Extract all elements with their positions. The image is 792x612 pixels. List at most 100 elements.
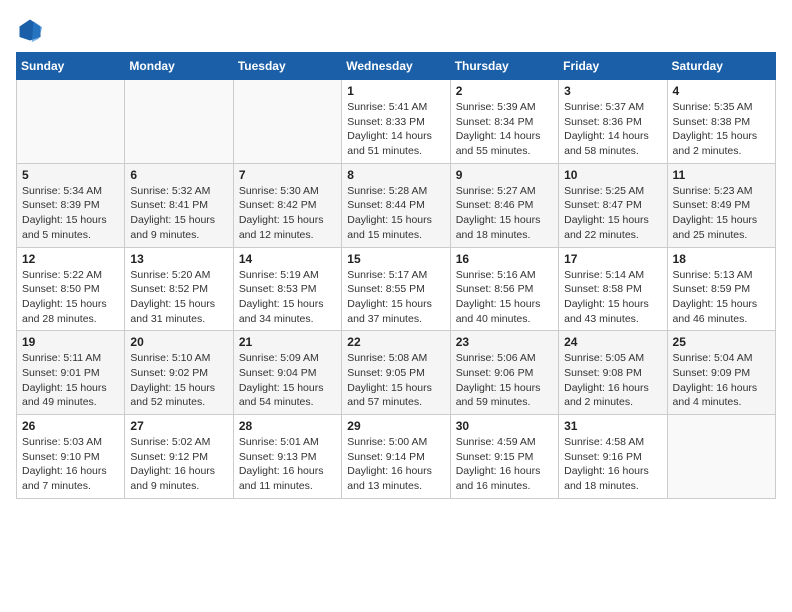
day-number: 4	[673, 84, 770, 98]
day-number: 7	[239, 168, 336, 182]
day-info: Sunrise: 5:23 AMSunset: 8:49 PMDaylight:…	[673, 184, 770, 243]
calendar-cell: 12 Sunrise: 5:22 AMSunset: 8:50 PMDayligh…	[17, 247, 125, 331]
day-header-friday: Friday	[559, 53, 667, 80]
calendar-cell: 3 Sunrise: 5:37 AMSunset: 8:36 PMDaylight…	[559, 80, 667, 164]
calendar-cell: 26 Sunrise: 5:03 AMSunset: 9:10 PMDayligh…	[17, 415, 125, 499]
day-number: 26	[22, 419, 119, 433]
day-number: 21	[239, 335, 336, 349]
calendar-cell: 1 Sunrise: 5:41 AMSunset: 8:33 PMDaylight…	[342, 80, 450, 164]
day-number: 23	[456, 335, 553, 349]
day-number: 14	[239, 252, 336, 266]
page-header	[16, 16, 776, 44]
day-number: 27	[130, 419, 227, 433]
day-info: Sunrise: 5:41 AMSunset: 8:33 PMDaylight:…	[347, 100, 444, 159]
calendar-cell: 13 Sunrise: 5:20 AMSunset: 8:52 PMDayligh…	[125, 247, 233, 331]
day-number: 22	[347, 335, 444, 349]
day-header-saturday: Saturday	[667, 53, 775, 80]
day-info: Sunrise: 5:34 AMSunset: 8:39 PMDaylight:…	[22, 184, 119, 243]
day-number: 9	[456, 168, 553, 182]
day-number: 31	[564, 419, 661, 433]
day-number: 10	[564, 168, 661, 182]
week-row-5: 26 Sunrise: 5:03 AMSunset: 9:10 PMDayligh…	[17, 415, 776, 499]
day-info: Sunrise: 5:04 AMSunset: 9:09 PMDaylight:…	[673, 351, 770, 410]
calendar-cell: 2 Sunrise: 5:39 AMSunset: 8:34 PMDaylight…	[450, 80, 558, 164]
day-info: Sunrise: 5:17 AMSunset: 8:55 PMDaylight:…	[347, 268, 444, 327]
day-number: 18	[673, 252, 770, 266]
day-number: 30	[456, 419, 553, 433]
day-info: Sunrise: 5:30 AMSunset: 8:42 PMDaylight:…	[239, 184, 336, 243]
calendar-cell: 7 Sunrise: 5:30 AMSunset: 8:42 PMDaylight…	[233, 163, 341, 247]
calendar-cell: 5 Sunrise: 5:34 AMSunset: 8:39 PMDaylight…	[17, 163, 125, 247]
day-info: Sunrise: 5:10 AMSunset: 9:02 PMDaylight:…	[130, 351, 227, 410]
calendar-cell: 9 Sunrise: 5:27 AMSunset: 8:46 PMDaylight…	[450, 163, 558, 247]
day-header-tuesday: Tuesday	[233, 53, 341, 80]
calendar-cell: 31Sunrise: 4:58 AMSunset: 9:16 PMDayligh…	[559, 415, 667, 499]
calendar-cell: 19 Sunrise: 5:11 AMSunset: 9:01 PMDayligh…	[17, 331, 125, 415]
day-number: 1	[347, 84, 444, 98]
day-info: Sunrise: 5:13 AMSunset: 8:59 PMDaylight:…	[673, 268, 770, 327]
calendar-cell: 21 Sunrise: 5:09 AMSunset: 9:04 PMDayligh…	[233, 331, 341, 415]
day-number: 19	[22, 335, 119, 349]
day-number: 28	[239, 419, 336, 433]
calendar-cell: 10Sunrise: 5:25 AMSunset: 8:47 PMDayligh…	[559, 163, 667, 247]
calendar-cell: 20Sunrise: 5:10 AMSunset: 9:02 PMDayligh…	[125, 331, 233, 415]
calendar-header-row: SundayMondayTuesdayWednesdayThursdayFrid…	[17, 53, 776, 80]
day-number: 3	[564, 84, 661, 98]
day-header-sunday: Sunday	[17, 53, 125, 80]
calendar-cell: 27 Sunrise: 5:02 AMSunset: 9:12 PMDayligh…	[125, 415, 233, 499]
day-info: Sunrise: 4:59 AMSunset: 9:15 PMDaylight:…	[456, 435, 553, 494]
calendar-cell: 22 Sunrise: 5:08 AMSunset: 9:05 PMDayligh…	[342, 331, 450, 415]
calendar-cell: 16Sunrise: 5:16 AMSunset: 8:56 PMDayligh…	[450, 247, 558, 331]
week-row-3: 12 Sunrise: 5:22 AMSunset: 8:50 PMDayligh…	[17, 247, 776, 331]
day-info: Sunrise: 5:32 AMSunset: 8:41 PMDaylight:…	[130, 184, 227, 243]
day-info: Sunrise: 5:09 AMSunset: 9:04 PMDaylight:…	[239, 351, 336, 410]
day-number: 8	[347, 168, 444, 182]
calendar-cell: 14Sunrise: 5:19 AMSunset: 8:53 PMDayligh…	[233, 247, 341, 331]
calendar-cell: 17 Sunrise: 5:14 AMSunset: 8:58 PMDayligh…	[559, 247, 667, 331]
day-number: 13	[130, 252, 227, 266]
day-info: Sunrise: 5:35 AMSunset: 8:38 PMDaylight:…	[673, 100, 770, 159]
calendar-cell: 6 Sunrise: 5:32 AMSunset: 8:41 PMDaylight…	[125, 163, 233, 247]
calendar-cell: 4 Sunrise: 5:35 AMSunset: 8:38 PMDaylight…	[667, 80, 775, 164]
day-number: 12	[22, 252, 119, 266]
week-row-4: 19 Sunrise: 5:11 AMSunset: 9:01 PMDayligh…	[17, 331, 776, 415]
calendar-cell	[125, 80, 233, 164]
calendar-cell: 23Sunrise: 5:06 AMSunset: 9:06 PMDayligh…	[450, 331, 558, 415]
day-number: 25	[673, 335, 770, 349]
calendar-cell: 25 Sunrise: 5:04 AMSunset: 9:09 PMDayligh…	[667, 331, 775, 415]
day-info: Sunrise: 5:01 AMSunset: 9:13 PMDaylight:…	[239, 435, 336, 494]
week-row-1: 1 Sunrise: 5:41 AMSunset: 8:33 PMDaylight…	[17, 80, 776, 164]
day-number: 17	[564, 252, 661, 266]
day-number: 2	[456, 84, 553, 98]
day-number: 15	[347, 252, 444, 266]
calendar-cell: 28 Sunrise: 5:01 AMSunset: 9:13 PMDayligh…	[233, 415, 341, 499]
calendar-cell	[17, 80, 125, 164]
day-number: 5	[22, 168, 119, 182]
day-info: Sunrise: 5:08 AMSunset: 9:05 PMDaylight:…	[347, 351, 444, 410]
day-number: 29	[347, 419, 444, 433]
calendar-cell: 29Sunrise: 5:00 AMSunset: 9:14 PMDayligh…	[342, 415, 450, 499]
day-info: Sunrise: 5:03 AMSunset: 9:10 PMDaylight:…	[22, 435, 119, 494]
day-header-wednesday: Wednesday	[342, 53, 450, 80]
day-info: Sunrise: 5:39 AMSunset: 8:34 PMDaylight:…	[456, 100, 553, 159]
day-info: Sunrise: 5:20 AMSunset: 8:52 PMDaylight:…	[130, 268, 227, 327]
calendar-cell: 18 Sunrise: 5:13 AMSunset: 8:59 PMDayligh…	[667, 247, 775, 331]
day-number: 6	[130, 168, 227, 182]
calendar-cell	[233, 80, 341, 164]
calendar-cell: 11 Sunrise: 5:23 AMSunset: 8:49 PMDayligh…	[667, 163, 775, 247]
day-info: Sunrise: 5:37 AMSunset: 8:36 PMDaylight:…	[564, 100, 661, 159]
day-header-thursday: Thursday	[450, 53, 558, 80]
day-info: Sunrise: 5:14 AMSunset: 8:58 PMDaylight:…	[564, 268, 661, 327]
day-info: Sunrise: 5:02 AMSunset: 9:12 PMDaylight:…	[130, 435, 227, 494]
day-info: Sunrise: 5:22 AMSunset: 8:50 PMDaylight:…	[22, 268, 119, 327]
day-number: 11	[673, 168, 770, 182]
calendar-cell: 15 Sunrise: 5:17 AMSunset: 8:55 PMDayligh…	[342, 247, 450, 331]
day-header-monday: Monday	[125, 53, 233, 80]
day-info: Sunrise: 5:27 AMSunset: 8:46 PMDaylight:…	[456, 184, 553, 243]
calendar-cell: 8Sunrise: 5:28 AMSunset: 8:44 PMDaylight…	[342, 163, 450, 247]
day-info: Sunrise: 5:16 AMSunset: 8:56 PMDaylight:…	[456, 268, 553, 327]
calendar-cell	[667, 415, 775, 499]
calendar-cell: 30 Sunrise: 4:59 AMSunset: 9:15 PMDayligh…	[450, 415, 558, 499]
day-info: Sunrise: 5:05 AMSunset: 9:08 PMDaylight:…	[564, 351, 661, 410]
day-info: Sunrise: 5:11 AMSunset: 9:01 PMDaylight:…	[22, 351, 119, 410]
